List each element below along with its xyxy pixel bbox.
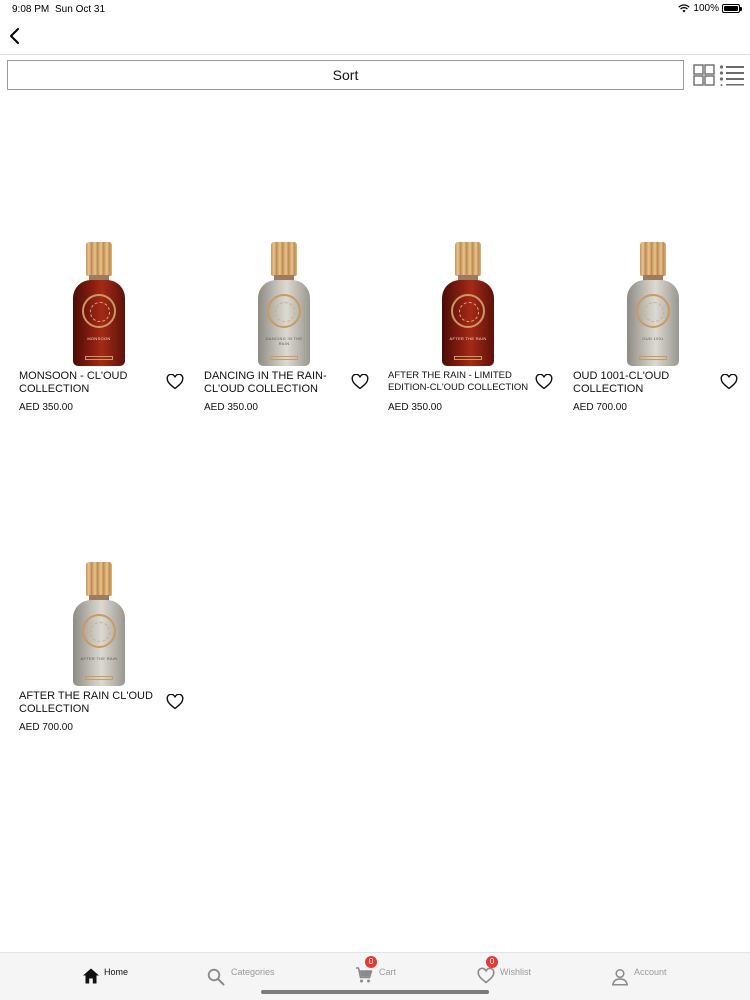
- wishlist-heart-button[interactable]: [535, 373, 553, 390]
- tab-account-label: Account: [634, 967, 667, 977]
- product-price: AED 700.00: [573, 402, 627, 413]
- status-bar: 9:08 PM Sun Oct 31 100%: [0, 0, 750, 20]
- bottle-label: AFTER THE RAIN: [80, 656, 118, 661]
- product-name[interactable]: DANCING IN THE RAIN- CL'OUD COLLECTION: [204, 370, 350, 395]
- tab-wishlist-label: Wishlist: [500, 967, 531, 977]
- perfume-bottle-image: AFTER THE RAIN: [442, 242, 494, 366]
- product-image[interactable]: DANCING IN THE RAIN: [192, 186, 376, 366]
- bottle-label: MONSOON: [87, 336, 111, 341]
- tab-account[interactable]: Account: [611, 953, 681, 1000]
- perfume-bottle-image: DANCING IN THE RAIN: [258, 242, 310, 366]
- perfume-bottle-image: OUD 1001: [627, 242, 679, 366]
- product-image[interactable]: AFTER THE RAIN: [7, 506, 191, 686]
- home-indicator: [261, 990, 489, 994]
- heart-icon: [477, 967, 495, 984]
- tab-home-label: Home: [104, 967, 129, 977]
- product-image[interactable]: AFTER THE RAIN: [376, 186, 560, 366]
- cart-icon: [356, 967, 373, 983]
- bottle-label: OUD 1001: [642, 336, 664, 341]
- heart-icon: [351, 373, 369, 390]
- perfume-bottle-image: MONSOON: [73, 242, 125, 366]
- wishlist-heart-button[interactable]: [166, 693, 184, 710]
- product-name[interactable]: MONSOON - CL'OUD COLLECTION: [19, 370, 165, 395]
- status-time: 9:08 PM: [12, 4, 50, 15]
- wishlist-heart-button[interactable]: [166, 373, 184, 390]
- tab-cart-label: Cart: [379, 967, 397, 977]
- heart-icon: [720, 373, 738, 390]
- back-button[interactable]: [6, 26, 26, 46]
- heart-icon: [166, 373, 184, 390]
- product-image[interactable]: OUD 1001: [561, 186, 745, 366]
- sort-button[interactable]: Sort: [7, 60, 684, 90]
- tab-categories-label: Categories: [231, 967, 275, 977]
- grid-view-icon[interactable]: [693, 64, 715, 86]
- search-icon: [207, 968, 225, 986]
- user-icon: [611, 968, 629, 986]
- product-name[interactable]: OUD 1001-CL'OUD COLLECTION: [573, 370, 719, 395]
- wishlist-heart-button[interactable]: [351, 373, 369, 390]
- product-price: AED 350.00: [19, 402, 73, 413]
- battery-percent: 100%: [693, 3, 719, 14]
- chevron-left-icon: [10, 28, 19, 44]
- status-date: Sun Oct 31: [55, 4, 106, 15]
- product-price: AED 350.00: [388, 402, 442, 413]
- tab-home[interactable]: Home: [80, 953, 140, 1000]
- header-divider: [0, 54, 750, 55]
- wishlist-count-badge: 0: [486, 956, 498, 968]
- bottle-label: DANCING IN THE RAIN: [265, 336, 303, 346]
- wishlist-heart-button[interactable]: [720, 373, 738, 390]
- status-indicators: 100%: [678, 3, 742, 14]
- product-price: AED 700.00: [19, 722, 73, 733]
- battery-icon: [722, 4, 742, 13]
- product-price: AED 350.00: [204, 402, 258, 413]
- heart-icon: [535, 373, 553, 390]
- list-view-icon[interactable]: [719, 64, 745, 86]
- cart-count-badge: 0: [365, 956, 377, 968]
- product-name[interactable]: AFTER THE RAIN - LIMITED EDITION-CL'OUD …: [388, 370, 534, 393]
- product-name[interactable]: AFTER THE RAIN CL'OUD COLLECTION: [19, 690, 165, 715]
- perfume-bottle-image: AFTER THE RAIN: [73, 562, 125, 686]
- home-icon: [83, 968, 99, 984]
- wifi-icon: [678, 4, 691, 13]
- heart-icon: [166, 693, 184, 710]
- product-image[interactable]: MONSOON: [7, 186, 191, 366]
- bottle-label: AFTER THE RAIN: [449, 336, 487, 341]
